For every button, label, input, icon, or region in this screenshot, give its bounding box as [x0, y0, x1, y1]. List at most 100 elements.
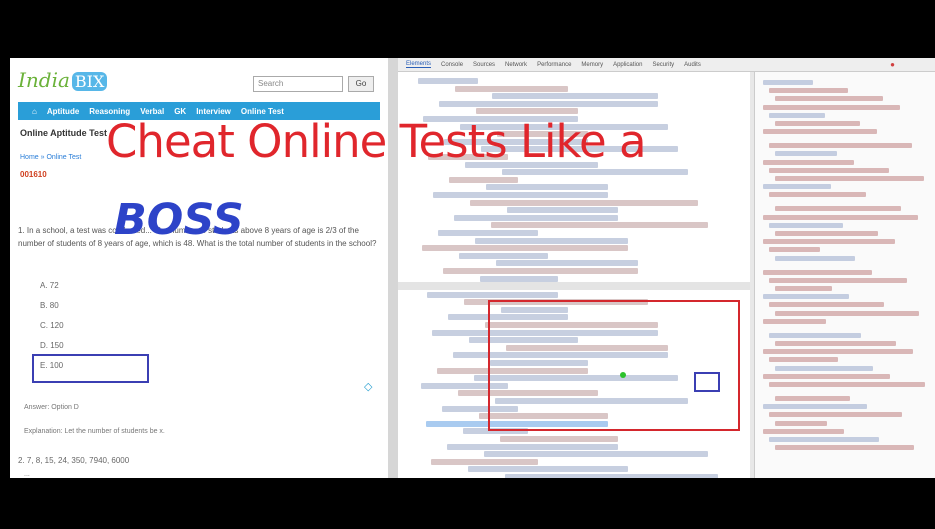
style-rule-line[interactable] [763, 80, 813, 85]
dom-node-line[interactable] [486, 184, 608, 191]
explanation-line: Explanation: Let the number of students … [24, 428, 165, 435]
letterbox-bottom [0, 478, 935, 529]
tab-audits[interactable]: Audits [684, 62, 701, 68]
style-rule-line[interactable] [763, 294, 849, 300]
style-rule-line[interactable] [775, 286, 832, 291]
dom-node-line[interactable] [468, 466, 628, 473]
option-a[interactable]: A. 72 [40, 276, 140, 296]
boss-text: BOSS [114, 195, 244, 245]
style-rule-line[interactable] [769, 88, 848, 94]
style-rule-line[interactable] [775, 206, 901, 212]
style-rule-line[interactable] [769, 357, 838, 363]
nav-item-home[interactable]: ⌂ [32, 107, 37, 116]
dom-node-line[interactable] [480, 275, 558, 282]
style-rule-line[interactable] [763, 373, 890, 379]
option-d[interactable]: D. 150 [40, 336, 140, 356]
style-rule-line[interactable] [763, 428, 844, 434]
style-rule-line[interactable] [775, 151, 837, 157]
highlight-box-answer [32, 354, 149, 383]
question-id: 001610 [20, 170, 47, 179]
dom-node-line[interactable] [459, 252, 548, 259]
dom-node-line[interactable] [475, 237, 628, 244]
style-rule-line[interactable] [763, 349, 913, 355]
dom-node-line[interactable] [476, 108, 578, 115]
style-rule-line[interactable] [775, 231, 878, 236]
style-rule-line[interactable] [769, 192, 866, 198]
tab-memory[interactable]: Memory [581, 62, 603, 68]
tab-performance[interactable]: Performance [537, 62, 571, 68]
search-input[interactable]: Search [253, 76, 343, 92]
dom-node-line[interactable] [418, 78, 478, 84]
style-rule-line[interactable] [769, 247, 820, 253]
style-rule-line[interactable] [763, 104, 900, 110]
site-logo[interactable]: India BIX [18, 68, 108, 92]
dom-node-line[interactable] [470, 199, 698, 206]
style-rule-line[interactable] [769, 222, 843, 228]
logo-text: India [18, 68, 70, 92]
style-rule-line[interactable] [769, 437, 879, 442]
style-rule-line[interactable] [763, 269, 872, 275]
dom-node-line[interactable] [491, 222, 708, 229]
dom-node-line[interactable] [439, 100, 658, 107]
style-rule-line[interactable] [775, 445, 914, 451]
dom-node-line[interactable] [427, 291, 558, 298]
style-rule-line[interactable] [763, 404, 867, 410]
style-rule-line[interactable] [763, 214, 918, 220]
dom-node-line[interactable] [492, 93, 658, 100]
style-rule-line[interactable] [769, 143, 912, 149]
style-rule-line[interactable] [775, 420, 827, 426]
style-rule-line[interactable] [769, 277, 907, 283]
dom-node-line[interactable] [443, 268, 638, 274]
logo-badge: BIX [71, 72, 108, 91]
dom-breadcrumb-bar[interactable] [398, 282, 750, 290]
cursor-dot [620, 372, 626, 378]
dom-node-line[interactable] [500, 436, 618, 442]
tab-security[interactable]: Security [652, 62, 674, 68]
dom-node-line[interactable] [496, 260, 638, 267]
style-rule-line[interactable] [775, 365, 873, 371]
tab-network[interactable]: Network [505, 62, 527, 68]
style-rule-line[interactable] [769, 112, 825, 118]
expand-icon[interactable]: ◇ [364, 380, 372, 393]
style-rule-line[interactable] [775, 121, 860, 126]
dom-node-line[interactable] [507, 207, 618, 214]
style-rule-line[interactable] [775, 396, 850, 401]
search-button[interactable]: Go [348, 76, 374, 92]
style-rule-line[interactable] [769, 332, 861, 338]
style-rule-line[interactable] [775, 96, 883, 102]
dom-node-line[interactable] [431, 458, 538, 465]
dom-node-line[interactable] [484, 451, 708, 458]
style-rule-line[interactable] [775, 310, 919, 316]
dom-node-line[interactable] [438, 230, 538, 236]
answer-line: Answer: Option D [24, 404, 79, 411]
dom-node-line[interactable] [447, 443, 618, 450]
dom-node-line[interactable] [433, 192, 608, 198]
tab-application[interactable]: Application [613, 62, 642, 68]
style-rule-line[interactable] [769, 167, 889, 173]
breadcrumb[interactable]: Home » Online Test [20, 154, 81, 161]
style-rule-line[interactable] [775, 176, 924, 181]
style-rule-line[interactable] [769, 302, 884, 308]
style-rule-line[interactable] [763, 184, 831, 190]
style-rule-line[interactable] [769, 382, 925, 387]
style-rule-line[interactable] [775, 255, 855, 261]
tab-console[interactable]: Console [441, 62, 463, 68]
style-rule-line[interactable] [763, 239, 895, 245]
dom-node-line[interactable] [454, 214, 618, 221]
option-c[interactable]: C. 120 [40, 316, 140, 336]
option-b[interactable]: B. 80 [40, 296, 140, 316]
nav-item-aptitude[interactable]: Aptitude [47, 107, 79, 116]
dom-node-line[interactable] [502, 169, 688, 176]
tab-elements[interactable]: Elements [406, 61, 432, 68]
style-rule-line[interactable] [763, 129, 877, 135]
styles-pane[interactable] [754, 72, 935, 478]
error-icon[interactable]: ● [890, 60, 895, 69]
dom-node-line[interactable] [422, 245, 628, 252]
style-rule-line[interactable] [769, 412, 902, 418]
style-rule-line[interactable] [775, 341, 896, 346]
dom-node-line[interactable] [449, 176, 518, 183]
style-rule-line[interactable] [763, 159, 854, 165]
dom-node-line[interactable] [455, 85, 568, 92]
tab-sources[interactable]: Sources [473, 62, 495, 68]
style-rule-line[interactable] [763, 318, 826, 324]
